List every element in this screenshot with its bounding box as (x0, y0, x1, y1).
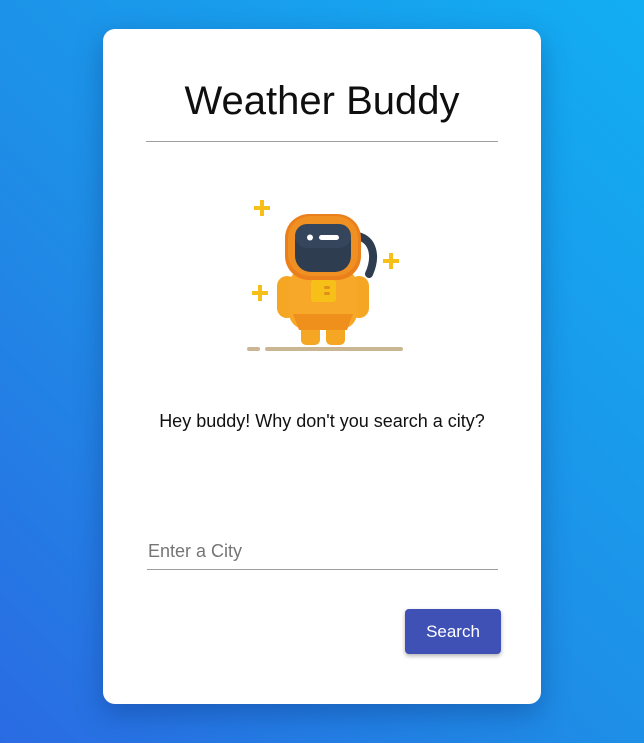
city-search-input[interactable] (147, 535, 498, 570)
app-title: Weather Buddy (184, 79, 460, 123)
empty-state-message: Hey buddy! Why don't you search a city? (159, 411, 485, 431)
title-divider (146, 141, 498, 142)
search-button[interactable]: Search (405, 609, 501, 654)
astronaut-icon (247, 200, 403, 351)
weather-card: Weather Buddy Hey buddy! Why don't you s… (103, 29, 541, 704)
